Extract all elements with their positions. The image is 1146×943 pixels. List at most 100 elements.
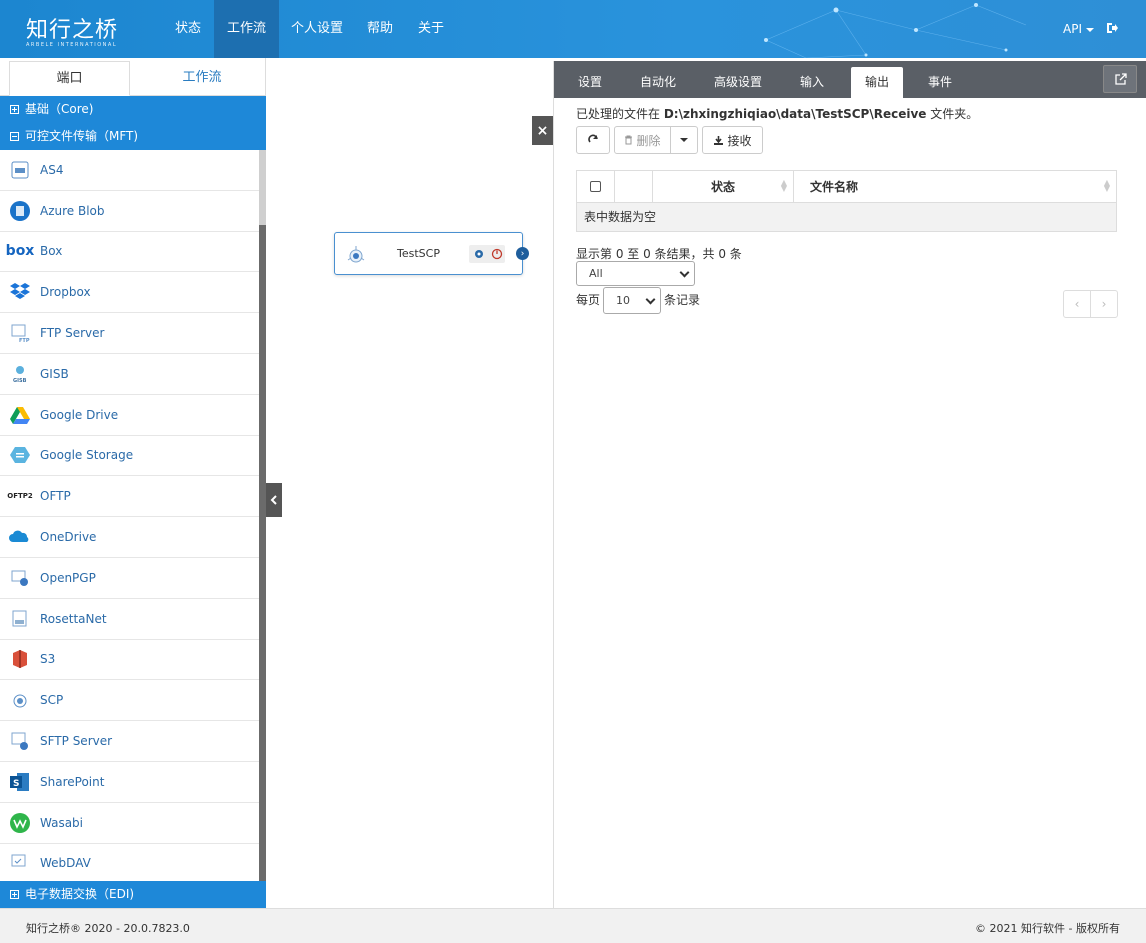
nav-about[interactable]: 关于 — [405, 0, 457, 58]
list-item[interactable]: AS4 — [0, 150, 259, 191]
workflow-node[interactable]: TestSCP › — [334, 232, 529, 275]
caret-down-icon — [680, 138, 688, 142]
wasabi-icon — [8, 811, 32, 835]
sidebar: 端口 工作流 基础（Core) 可控文件传输（MFT) AS4 Azure Bl… — [0, 58, 266, 908]
receive-button[interactable]: 接收 — [702, 126, 763, 154]
list-item[interactable]: RosettaNet — [0, 599, 259, 640]
list-item[interactable]: SCP — [0, 680, 259, 722]
as4-icon — [8, 158, 32, 182]
trash-icon — [625, 135, 633, 145]
filter-select[interactable]: All — [576, 261, 695, 286]
prev-page-button[interactable]: ‹ — [1064, 291, 1091, 317]
svg-text:GISB: GISB — [13, 378, 27, 384]
scrollbar-thumb[interactable] — [259, 150, 266, 225]
group-edi[interactable]: 电子数据交换（EDI) — [0, 881, 266, 908]
footer: 知行之桥® 2020 - 20.0.7823.0 © 2021 知行软件 - 版… — [0, 908, 1146, 943]
tab-settings[interactable]: 设置 — [568, 67, 612, 98]
nav-workflow[interactable]: 工作流 — [214, 0, 280, 58]
list-item[interactable]: WebDAV — [0, 844, 259, 885]
node-actions — [469, 245, 505, 263]
list-item[interactable]: OneDrive — [0, 517, 259, 558]
list-item[interactable]: OFTP2 OFTP — [0, 476, 259, 518]
result-info: 显示第 0 至 0 条结果，共 0 条 — [576, 247, 742, 261]
tab-events[interactable]: 事件 — [918, 67, 962, 98]
sidebar-scrollbar[interactable] — [259, 150, 266, 881]
google-drive-icon — [8, 403, 32, 427]
delete-dropdown-button[interactable] — [670, 126, 698, 154]
expand-icon — [10, 890, 19, 899]
close-panel-button[interactable]: × — [532, 116, 553, 145]
openpgp-icon — [8, 566, 32, 590]
group-core[interactable]: 基础（Core) — [0, 96, 266, 123]
list-item[interactable]: box Box — [0, 232, 259, 273]
output-port-icon[interactable]: › — [516, 247, 529, 260]
box-icon: box — [5, 243, 35, 260]
expand-icon — [10, 105, 19, 114]
list-item[interactable]: Google Storage — [0, 436, 259, 477]
col-status[interactable]: 状态 ▲ ▼ — [653, 171, 794, 202]
path-prefix: 已处理的文件在 — [576, 107, 661, 121]
power-icon[interactable] — [491, 248, 503, 260]
connector-list: AS4 Azure Blob box Box Dropbox FTP FTP Ser… — [0, 150, 259, 885]
path-suffix: 文件夹。 — [930, 107, 979, 121]
item-label: Azure Blob — [40, 203, 105, 218]
logout-icon[interactable] — [1106, 22, 1118, 34]
item-label: SCP — [40, 693, 64, 708]
list-item[interactable]: Wasabi — [0, 803, 259, 844]
google-storage-icon — [8, 443, 32, 467]
tab-automation[interactable]: 自动化 — [632, 67, 684, 98]
gear-icon[interactable] — [473, 248, 485, 260]
table-header: 状态 ▲ ▼ 文件名称 ▲ ▼ — [577, 171, 1116, 203]
tab-advanced[interactable]: 高级设置 — [706, 67, 770, 98]
tab-output[interactable]: 输出 — [851, 67, 903, 98]
node-label: TestSCP — [397, 247, 440, 260]
list-item[interactable]: S SharePoint — [0, 762, 259, 803]
sort-icon: ▲ ▼ — [1103, 178, 1110, 193]
list-item[interactable]: OpenPGP — [0, 558, 259, 599]
path-description: 已处理的文件在 D:\zhxingzhiqiao\data\TestSCP\Re… — [576, 105, 978, 122]
popout-button[interactable] — [1103, 65, 1137, 93]
nav-help[interactable]: 帮助 — [354, 0, 406, 58]
nav-personal-settings[interactable]: 个人设置 — [278, 0, 356, 58]
pagination: ‹ › — [1063, 290, 1118, 318]
group-mft[interactable]: 可控文件传输（MFT) — [0, 123, 266, 150]
list-item[interactable]: Dropbox — [0, 272, 259, 314]
tab-ports[interactable]: 端口 — [9, 61, 130, 96]
page-size-select[interactable]: 10 — [603, 287, 661, 314]
sharepoint-icon: S — [8, 770, 32, 794]
list-item[interactable]: FTP FTP Server — [0, 313, 259, 354]
chevron-down-icon — [679, 267, 690, 278]
download-icon — [714, 135, 724, 145]
logo-name: 知行之桥 — [26, 18, 119, 43]
dropbox-icon — [8, 280, 32, 304]
item-label: OneDrive — [40, 530, 97, 545]
azure-blob-icon — [8, 199, 32, 223]
s3-icon — [8, 647, 32, 671]
properties-panel: 设置 自动化 高级设置 输入 输出 事件 已处理的文件在 D:\zhxingzh… — [553, 61, 1146, 908]
refresh-button[interactable] — [576, 126, 610, 154]
select-all-checkbox[interactable] — [590, 181, 601, 192]
sort-icon: ▲ ▼ — [780, 178, 787, 193]
app-logo[interactable]: 知行之桥 ARBELE INTERNATIONAL — [26, 12, 118, 48]
filter-value: All — [589, 267, 603, 280]
list-item[interactable]: GISB GISB — [0, 354, 259, 395]
item-label: Google Storage — [40, 448, 134, 463]
item-label: Box — [40, 244, 63, 259]
list-item[interactable]: S3 — [0, 640, 259, 681]
nav-status[interactable]: 状态 — [162, 0, 214, 58]
list-item[interactable]: Azure Blob — [0, 191, 259, 232]
next-page-button[interactable]: › — [1091, 291, 1117, 317]
collapse-sidebar-button[interactable] — [266, 483, 282, 517]
item-label: AS4 — [40, 162, 64, 177]
tab-workflows[interactable]: 工作流 — [140, 61, 264, 96]
workflow-canvas[interactable]: × TestSCP › — [266, 58, 553, 908]
api-dropdown[interactable]: API — [1063, 0, 1094, 58]
tab-input[interactable]: 输入 — [790, 67, 834, 98]
list-item[interactable]: Google Drive — [0, 395, 259, 436]
sidebar-tabs: 端口 工作流 — [0, 58, 265, 96]
delete-button[interactable]: 删除 — [614, 126, 671, 154]
col-filename[interactable]: 文件名称 ▲ ▼ — [794, 171, 1116, 202]
list-item[interactable]: SFTP Server — [0, 721, 259, 762]
scrollbar-track — [259, 225, 266, 881]
page-size-value: 10 — [616, 294, 630, 307]
